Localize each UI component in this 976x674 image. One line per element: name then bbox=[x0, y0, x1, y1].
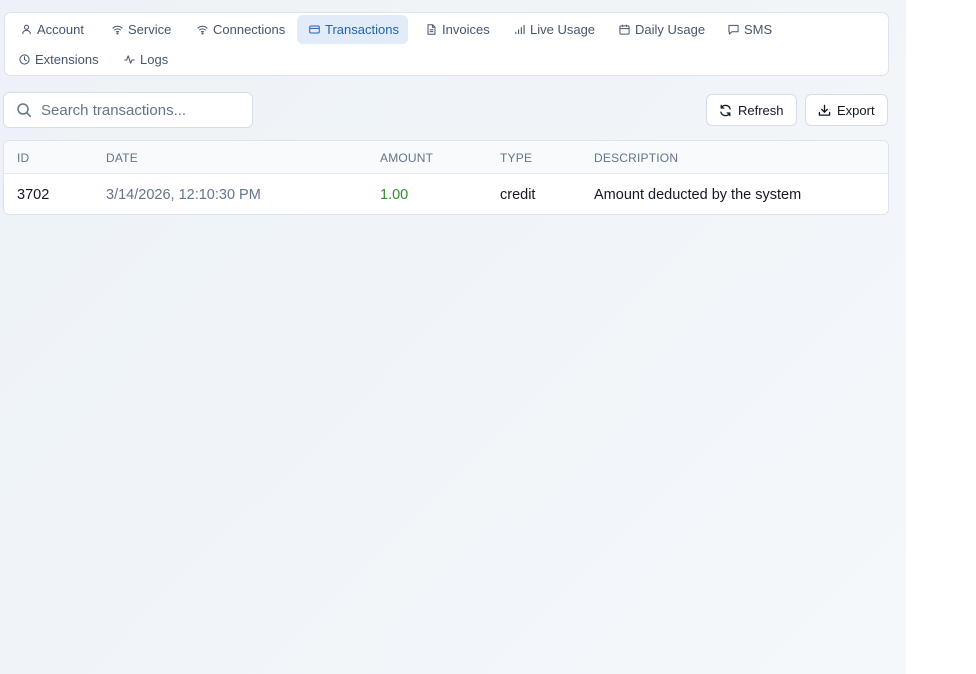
tab-invoices[interactable]: Invoices bbox=[414, 15, 499, 44]
tab-label: Extensions bbox=[35, 52, 99, 67]
download-icon bbox=[818, 104, 831, 116]
search-field[interactable] bbox=[3, 92, 253, 128]
tab-connections[interactable]: Connections bbox=[185, 15, 294, 44]
cell-amount: 1.00 bbox=[380, 187, 409, 203]
cell-description: Amount deducted by the system bbox=[594, 187, 802, 203]
wifi-icon bbox=[197, 25, 208, 35]
refresh-icon bbox=[720, 104, 731, 116]
tab-daily-usage[interactable]: Daily Usage bbox=[607, 15, 714, 44]
wifi-icon bbox=[112, 25, 123, 35]
activity-icon bbox=[124, 55, 135, 64]
table-header: ID DATE AMOUNT TYPE DESCRIPTION bbox=[4, 141, 888, 174]
tab-live-usage[interactable]: Live Usage bbox=[502, 15, 604, 44]
file-text-icon bbox=[427, 24, 436, 35]
cell-date: 3/14/2026, 12:10:30 PM bbox=[106, 187, 261, 203]
clock-icon bbox=[19, 54, 30, 65]
tab-label: Invoices bbox=[442, 22, 490, 37]
search-icon bbox=[17, 103, 32, 118]
calendar-icon bbox=[619, 24, 630, 35]
column-header-date[interactable]: DATE bbox=[106, 151, 138, 165]
search-input[interactable] bbox=[41, 101, 231, 119]
tab-label: Daily Usage bbox=[635, 22, 706, 37]
column-header-id[interactable]: ID bbox=[17, 151, 29, 165]
tab-label: Live Usage bbox=[530, 22, 596, 37]
tab-sms[interactable]: SMS bbox=[716, 15, 781, 44]
main-content-area: Account Service Connections Transactions… bbox=[0, 0, 906, 674]
export-label: Export bbox=[837, 102, 875, 118]
tab-label: Service bbox=[128, 22, 172, 37]
tab-label: Account bbox=[37, 22, 84, 37]
tab-label: Transactions bbox=[325, 22, 399, 37]
credit-card-icon bbox=[309, 25, 320, 34]
refresh-button[interactable]: Refresh bbox=[706, 94, 797, 126]
tab-label: Connections bbox=[213, 22, 286, 37]
tab-transactions[interactable]: Transactions bbox=[297, 15, 408, 44]
signal-bars-icon bbox=[515, 24, 525, 35]
refresh-label: Refresh bbox=[738, 102, 784, 118]
tab-label: Logs bbox=[140, 52, 169, 67]
export-button[interactable]: Export bbox=[805, 94, 888, 126]
tab-label: SMS bbox=[744, 22, 773, 37]
tab-bar: Account Service Connections Transactions… bbox=[4, 12, 889, 76]
message-icon bbox=[728, 24, 739, 35]
column-header-amount[interactable]: AMOUNT bbox=[380, 151, 433, 165]
tab-service[interactable]: Service bbox=[100, 15, 180, 44]
tab-logs[interactable]: Logs bbox=[112, 45, 177, 74]
user-icon bbox=[22, 24, 31, 35]
cell-id: 3702 bbox=[17, 187, 50, 203]
table-row[interactable]: 3702 3/14/2026, 12:10:30 PM 1.00 credit … bbox=[4, 174, 888, 214]
column-header-description[interactable]: DESCRIPTION bbox=[594, 151, 678, 165]
cell-type: credit bbox=[500, 187, 536, 203]
transactions-table: ID DATE AMOUNT TYPE DESCRIPTION 3702 3/1… bbox=[3, 140, 889, 215]
tab-account[interactable]: Account bbox=[9, 15, 93, 44]
tab-extensions[interactable]: Extensions bbox=[7, 45, 108, 74]
column-header-type[interactable]: TYPE bbox=[500, 151, 532, 165]
